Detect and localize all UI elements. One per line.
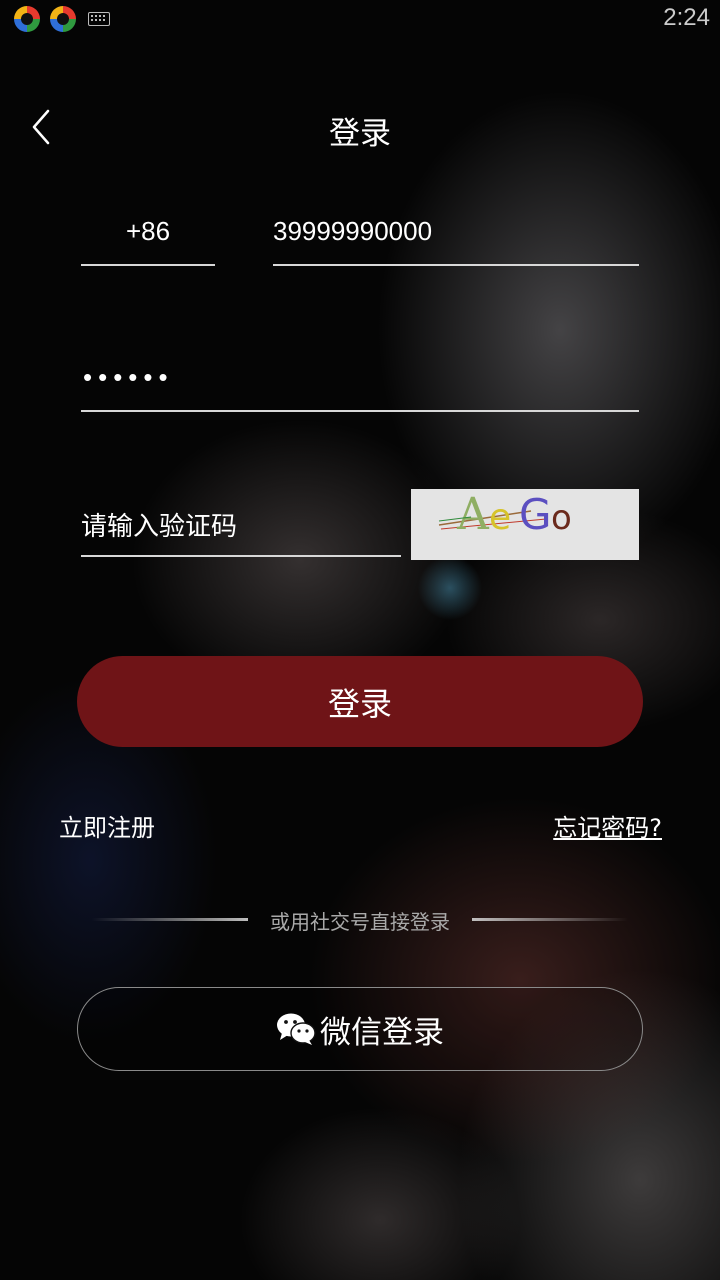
svg-text:e: e — [489, 497, 511, 538]
svg-text:A: A — [456, 489, 490, 540]
divider-right — [472, 918, 628, 921]
social-login-label: 或用社交号直接登录 — [270, 910, 450, 934]
app-icon — [50, 6, 76, 32]
divider-left — [92, 918, 248, 921]
wechat-login-label: 微信登录 — [320, 1014, 444, 1051]
status-time: 2:24 — [663, 4, 710, 31]
captcha-input[interactable]: 请输入验证码 — [81, 506, 237, 543]
country-code-underline — [81, 264, 215, 266]
forgot-password-link[interactable]: 忘记密码? — [553, 808, 662, 843]
country-code-selector[interactable]: +86 — [81, 216, 215, 247]
captcha-graphic: A e G o — [438, 489, 572, 540]
password-input[interactable]: •••••• — [83, 362, 174, 393]
status-bar: 2:24 — [0, 0, 720, 40]
app-icon — [14, 6, 40, 32]
phone-underline — [273, 264, 639, 266]
page-title: 登录 — [329, 116, 391, 152]
phone-input[interactable]: 39999990000 — [273, 216, 432, 247]
password-underline — [81, 410, 639, 412]
wechat-icon — [277, 1013, 316, 1045]
captcha-image[interactable]: A e G o — [411, 489, 639, 560]
keyboard-icon — [88, 12, 110, 26]
svg-text:G: G — [519, 490, 552, 539]
login-button[interactable]: 登录 — [77, 656, 643, 747]
register-link[interactable]: 立即注册 — [59, 808, 155, 843]
login-screen: 2:24 登录 +86 39999990000 •••••• 请输入验证码 A … — [0, 0, 720, 1280]
captcha-underline — [81, 555, 401, 557]
wechat-login-button[interactable]: 微信登录 — [77, 987, 643, 1071]
svg-text:o: o — [551, 498, 572, 538]
